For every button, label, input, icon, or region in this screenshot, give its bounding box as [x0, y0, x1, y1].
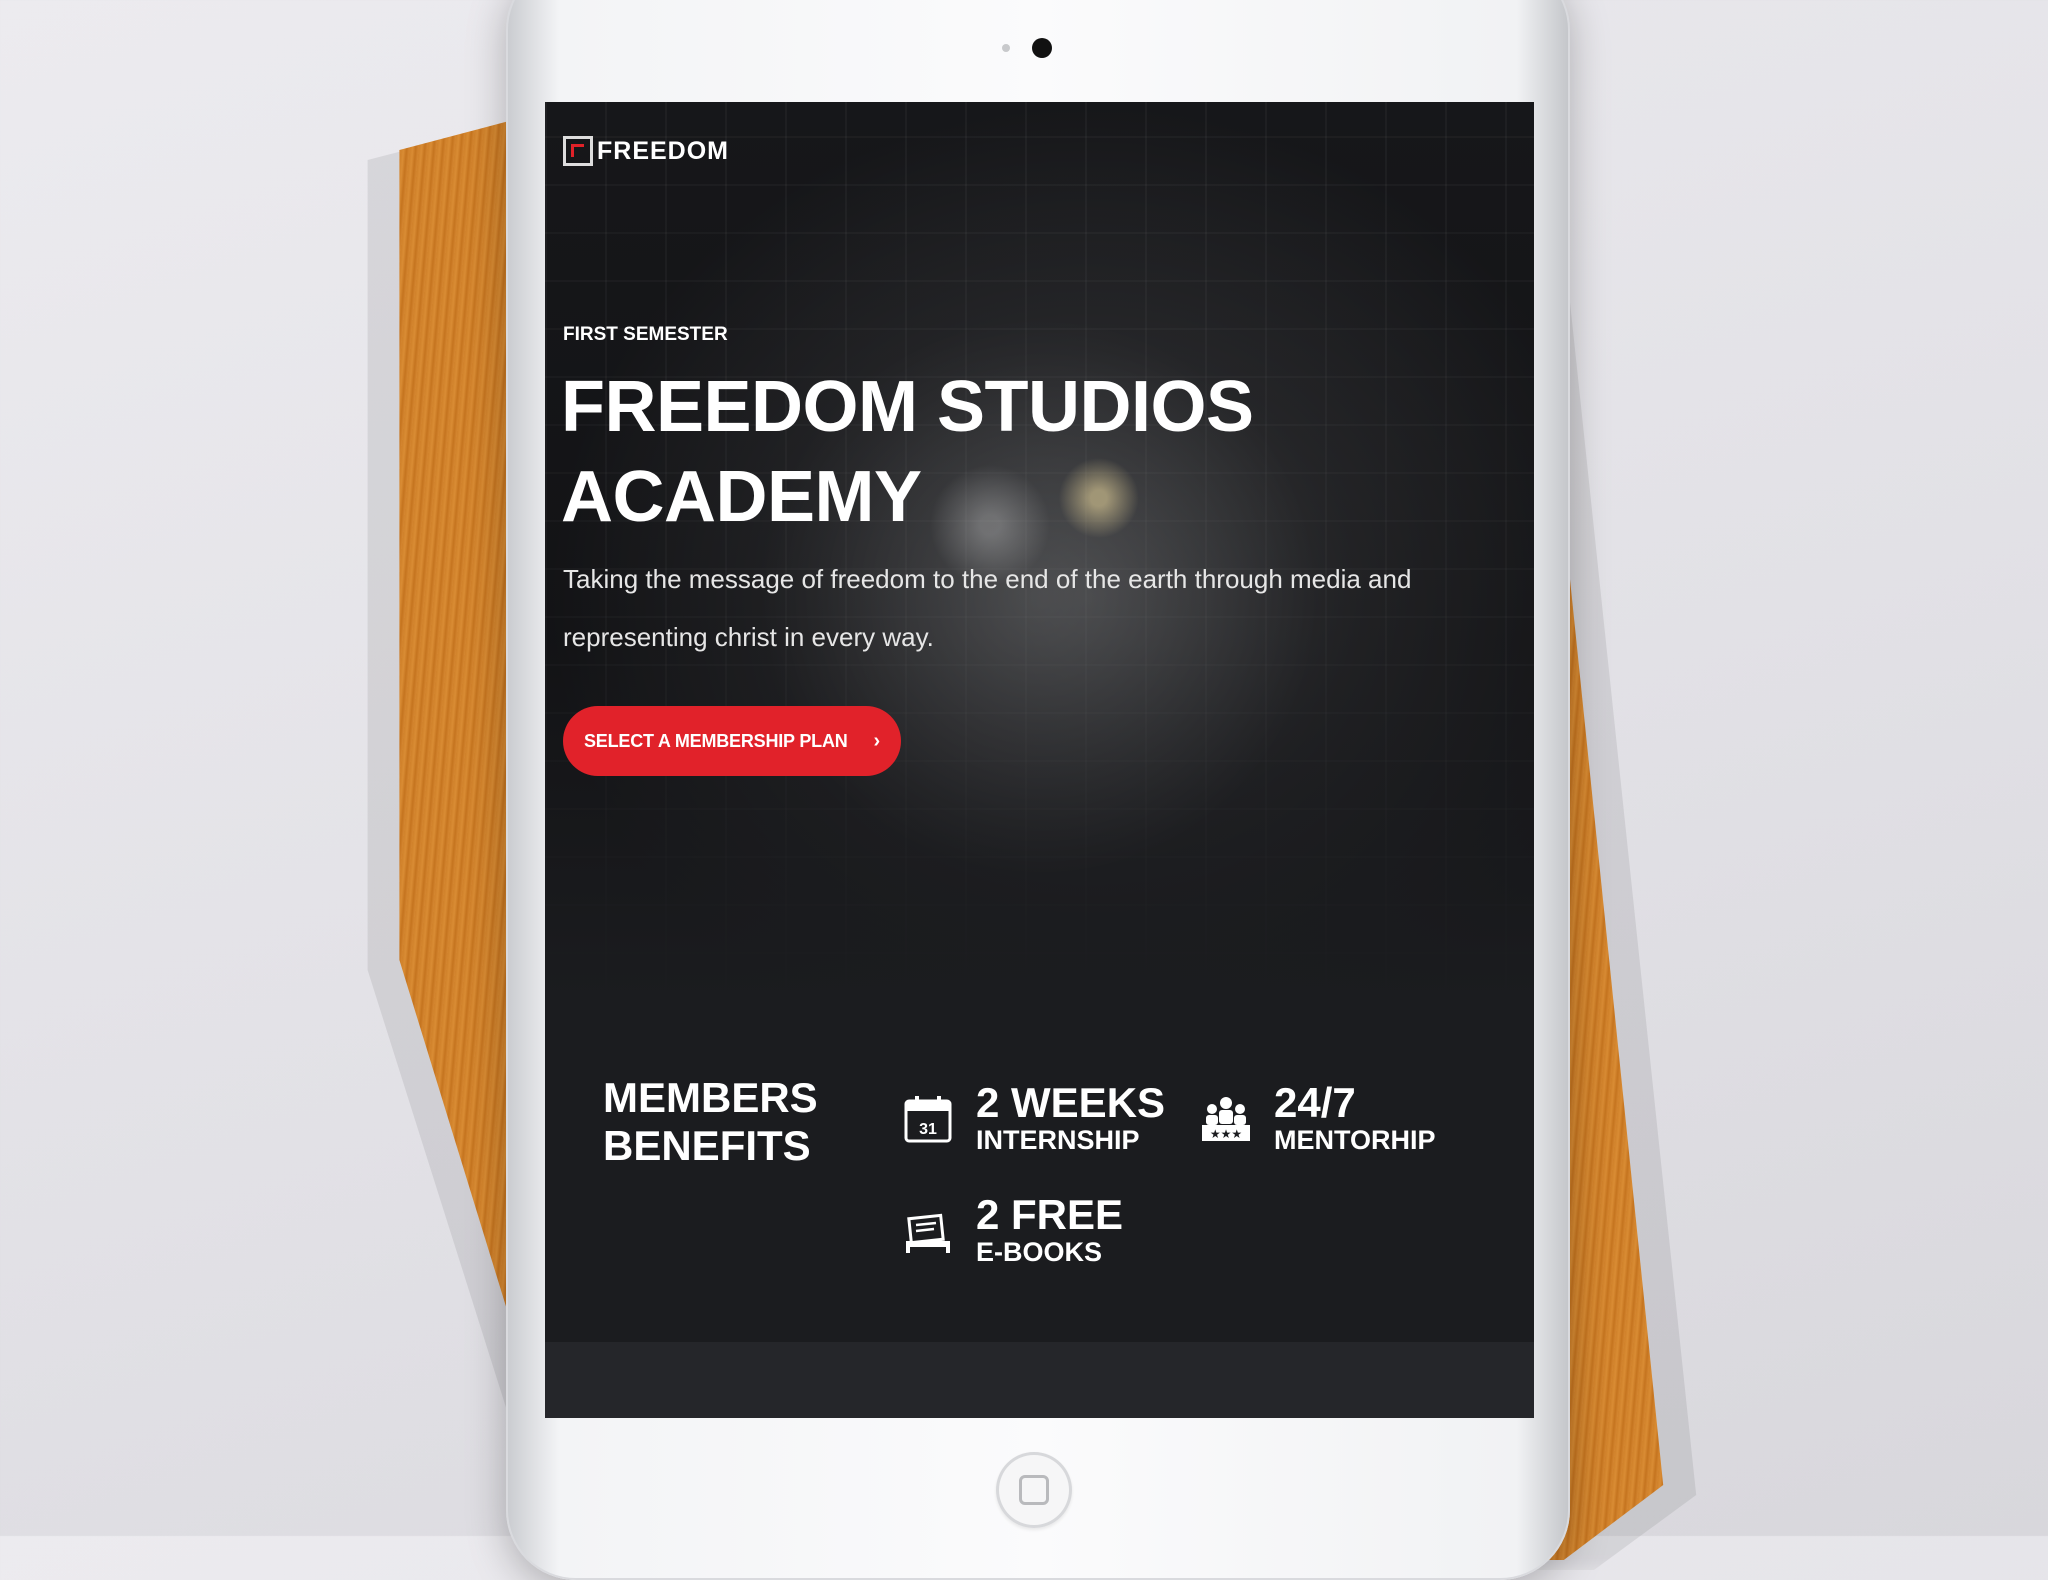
benefit-internship: 31 2 WEEKS INTERNSHIP	[900, 1082, 1165, 1156]
cta-label: SELECT A MEMBERSHIP PLAN	[583, 730, 848, 751]
mentorship-group-icon: ★★★	[1202, 1097, 1250, 1141]
benefit-label: INTERNSHIP	[976, 1125, 1140, 1155]
benefits-heading-line1: MEMBERS	[603, 1074, 818, 1121]
hero-subtitle: Taking the message of freedom to the end…	[563, 564, 1412, 652]
ebook-reader-icon	[906, 1213, 950, 1253]
hero-title: FREEDOM STUDIOS ACADEMY	[561, 367, 1254, 537]
select-membership-plan-button[interactable]: SELECT A MEMBERSHIP PLAN ›	[563, 706, 901, 776]
tablet-screen: FREEDOM FIRST SEMESTER FREEDOM STUDIOS A…	[545, 102, 1534, 1418]
benefit-value: 2 FREE	[976, 1191, 1124, 1238]
benefit-label: E-BOOKS	[976, 1237, 1103, 1267]
benefit-label: MENTORHIP	[1274, 1125, 1436, 1155]
tablet-home-button[interactable]	[996, 1452, 1072, 1528]
home-square-icon	[1019, 1475, 1049, 1505]
members-benefits-heading: MEMBERS BENEFITS	[603, 1074, 818, 1170]
svg-text:★★★: ★★★	[1210, 1127, 1242, 1141]
svg-text:31: 31	[919, 1121, 937, 1138]
logo-text: FREEDOM	[597, 136, 729, 165]
benefit-mentorship: ★★★ 24/7 MENTORHIP	[1198, 1082, 1436, 1156]
benefit-value: 2 WEEKS	[976, 1079, 1166, 1126]
footer-strip	[545, 1342, 1534, 1418]
tablet-sensor	[1002, 44, 1010, 52]
site-logo[interactable]: FREEDOM	[563, 136, 729, 166]
calendar-icon: 31	[904, 1096, 952, 1143]
benefit-value: 24/7	[1274, 1079, 1356, 1126]
benefits-heading-line2: BENEFITS	[603, 1122, 811, 1169]
hero-eyebrow: FIRST SEMESTER	[563, 324, 728, 345]
benefit-ebooks: 2 FREE E-BOOKS	[900, 1194, 1123, 1268]
tablet-camera	[1032, 38, 1052, 58]
chevron-right-icon: ›	[873, 729, 881, 752]
logo-mark-icon	[563, 136, 593, 166]
